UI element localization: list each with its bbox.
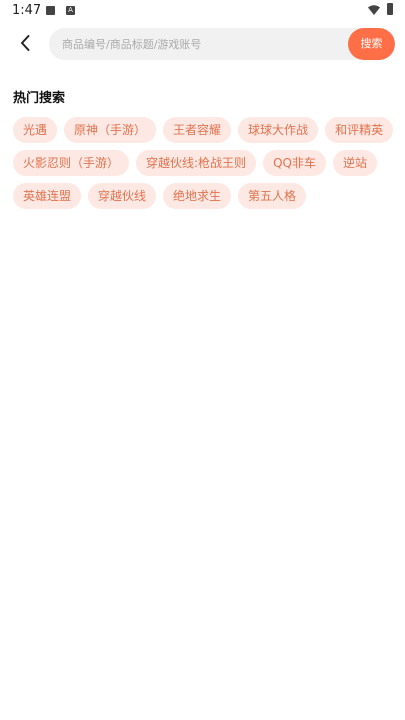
back-button[interactable]: [14, 32, 36, 54]
wifi-icon: [368, 5, 380, 15]
hot-search-tag[interactable]: 和评精英: [325, 117, 394, 143]
search-button[interactable]: 搜索: [348, 28, 395, 60]
hot-search-tag[interactable]: 穿越伙线:枪战王则: [136, 150, 257, 176]
hot-search-tag[interactable]: 球球大作战: [238, 117, 319, 143]
hot-search-tag[interactable]: 原神（手游）: [64, 117, 157, 143]
hot-search-tag[interactable]: 逆站: [332, 150, 377, 176]
hot-search-tag[interactable]: 王者容耀: [163, 117, 232, 143]
hot-search-title: 热门搜索: [13, 91, 66, 106]
status-bar: 1:47 A: [0, 0, 405, 22]
search-input[interactable]: [62, 28, 342, 60]
chevron-left-icon: [21, 35, 30, 51]
image-icon: [46, 6, 55, 15]
search-header: 搜索: [0, 28, 405, 60]
hot-search-tag[interactable]: 火影忍则（手游）: [13, 150, 130, 176]
battery-icon: [387, 3, 393, 15]
hot-search-tag[interactable]: 英雄连盟: [13, 183, 82, 209]
a-icon: A: [66, 6, 75, 15]
hot-search-tag[interactable]: 绝地求生: [163, 183, 232, 209]
hot-search-tags: 光遇 原神（手游） 王者容耀 球球大作战 和评精英 火影忍则（手游） 穿越伙线:…: [13, 117, 398, 209]
status-time: 1:47: [12, 3, 42, 18]
hot-search-tag[interactable]: 光遇: [13, 117, 58, 143]
hot-search-tag[interactable]: 第五人格: [238, 183, 307, 209]
hot-search-tag[interactable]: QQ非车: [263, 150, 326, 176]
hot-search-tag[interactable]: 穿越伙线: [88, 183, 157, 209]
search-box: 搜索: [49, 28, 395, 60]
